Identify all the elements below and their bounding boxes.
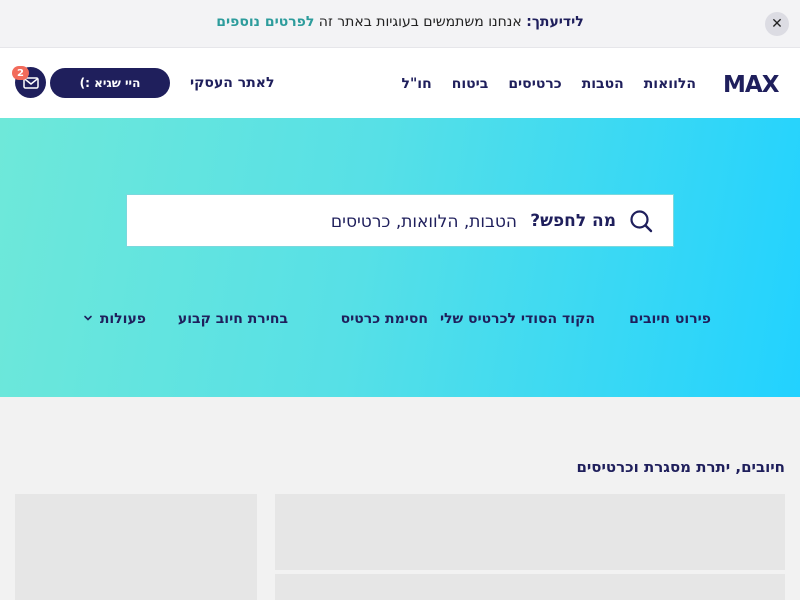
chevron-down-icon[interactable]: [83, 313, 93, 323]
user-greeting-button[interactable]: היי שגיא :): [50, 68, 170, 98]
hero-banner: [0, 118, 800, 397]
search-label: מה לחפש?: [530, 211, 616, 231]
quick-actions: פירוט חיובים הקוד הסודי לכרטיס שלי חסימת…: [0, 311, 800, 335]
cookie-notice-text: אנחנו משתמשים בעוגיות באתר זה: [314, 14, 527, 30]
search-placeholder: הטבות, הלוואות, כרטיסים: [330, 212, 517, 232]
quick-action-card-pin[interactable]: הקוד הסודי לכרטיס שלי: [440, 311, 595, 327]
nav-item-benefits[interactable]: הטבות: [582, 76, 624, 92]
max-logo[interactable]: MAX: [723, 72, 787, 98]
nav-item-cards[interactable]: כרטיסים: [508, 76, 561, 92]
nav-item-abroad[interactable]: חו"ל: [402, 76, 432, 92]
cookie-close-button[interactable]: ✕: [765, 12, 789, 36]
business-site-link[interactable]: לאתר העסקי: [190, 75, 274, 91]
nav-item-insurance[interactable]: ביטוח: [452, 76, 489, 92]
section-title: חיובים, יתרת מסגרת וכרטיסים: [576, 458, 785, 476]
quick-action-billing-details[interactable]: פירוט חיובים: [629, 311, 711, 327]
main-nav: הלוואות הטבות כרטיסים ביטוח חו"ל: [382, 76, 696, 92]
card-placeholder-top: [275, 494, 785, 570]
cookie-notice-lead: לידיעתך:: [526, 14, 584, 30]
search-icon: [630, 210, 653, 233]
card-placeholder-bottom: [275, 574, 785, 600]
quick-action-block-card[interactable]: חסימת כרטיס: [341, 311, 428, 327]
quick-action-fixed-charge[interactable]: בחירת חיוב קבוע: [178, 311, 288, 327]
quick-action-more-actions[interactable]: פעולות: [100, 311, 146, 327]
cookie-notice: לידיעתך: אנחנו משתמשים בעוגיות באתר זה ל…: [0, 14, 800, 30]
mail-count-badge: 2: [12, 66, 29, 80]
cookie-more-info-link[interactable]: לפרטים נוספים: [216, 14, 314, 30]
nav-item-loans[interactable]: הלוואות: [644, 76, 696, 92]
close-icon: ✕: [771, 16, 783, 32]
card-placeholder-left: [15, 494, 257, 600]
search-input[interactable]: מה לחפש? הטבות, הלוואות, כרטיסים: [126, 194, 674, 247]
